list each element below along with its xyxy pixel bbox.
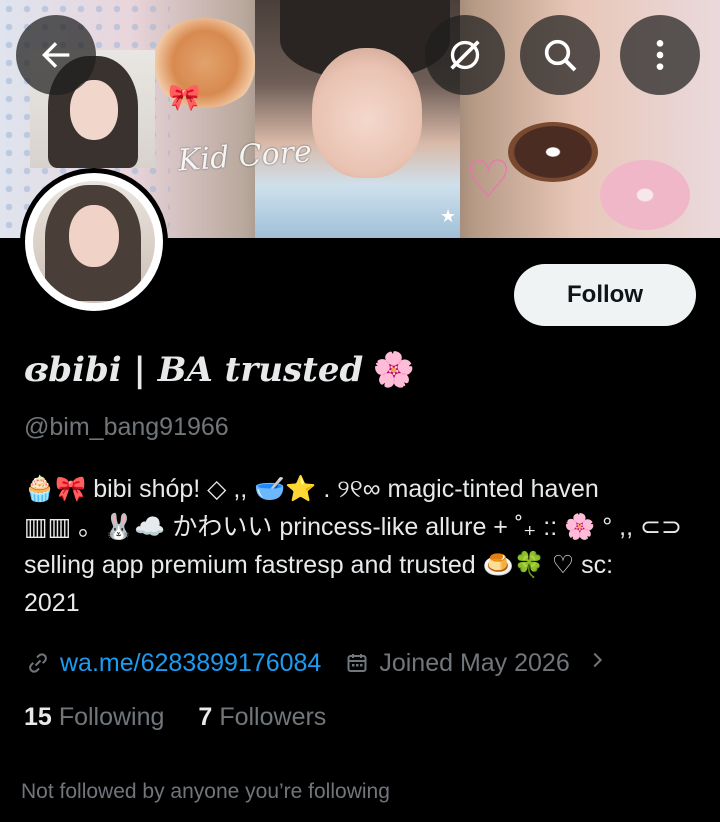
avatar-face [69, 205, 119, 267]
avatar[interactable] [20, 168, 168, 316]
back-button[interactable] [16, 15, 96, 95]
handle: @bim_bang91966 [24, 413, 229, 441]
followers-link[interactable]: 7 Followers [198, 703, 326, 732]
chevron-right-icon[interactable] [586, 649, 608, 678]
profile-link[interactable]: wa.me/6283899176084 [60, 649, 321, 678]
profile-meta: wa.me/6283899176084 Joined May 2026 [24, 643, 608, 683]
thumbnail-face [70, 80, 118, 140]
following-link[interactable]: 15 Following [24, 703, 164, 732]
joined-date: Joined May 2026 [379, 648, 570, 677]
link-icon [24, 649, 52, 677]
more-vertical-icon [640, 35, 680, 75]
name-emoji: 🌸 [372, 351, 416, 389]
follow-button[interactable]: Follow [514, 264, 696, 326]
heart-icon: ♡ [465, 151, 512, 209]
avatar-image [33, 181, 155, 303]
following-count: 15 [24, 703, 52, 731]
avatar-frame [25, 173, 163, 311]
grok-button[interactable] [425, 15, 505, 95]
following-label: Following [58, 703, 165, 731]
follow-counts: 15 Following 7 Followers [24, 703, 360, 732]
search-icon [540, 35, 580, 75]
name-prefix: ɞ [24, 350, 49, 390]
calendar-icon [343, 649, 371, 677]
followers-count: 7 [198, 703, 213, 731]
star-icon: ★ [440, 206, 457, 226]
banner-bagel-image [150, 18, 260, 108]
arrow-left-icon [36, 35, 76, 75]
bio: 🧁🎀 bibi shóp! ◇ ,, 🥣⭐ . ୨୧∞ magic-tinted… [24, 475, 682, 617]
ribbon-icon: 🎀 [168, 82, 201, 112]
followers-label: Followers [219, 703, 327, 731]
name-text: bibi | BA trusted [48, 350, 364, 390]
display-name: ɞbibi | BA trusted 🌸 [24, 350, 415, 390]
more-button[interactable] [620, 15, 700, 95]
search-button[interactable] [520, 15, 600, 95]
not-followed-note: Not followed by anyone you’re following [21, 780, 390, 803]
banner-photo-face [312, 48, 422, 178]
banner-donut-image-2 [600, 160, 690, 230]
banner-donut-image [508, 122, 598, 182]
grok-icon [445, 35, 485, 75]
